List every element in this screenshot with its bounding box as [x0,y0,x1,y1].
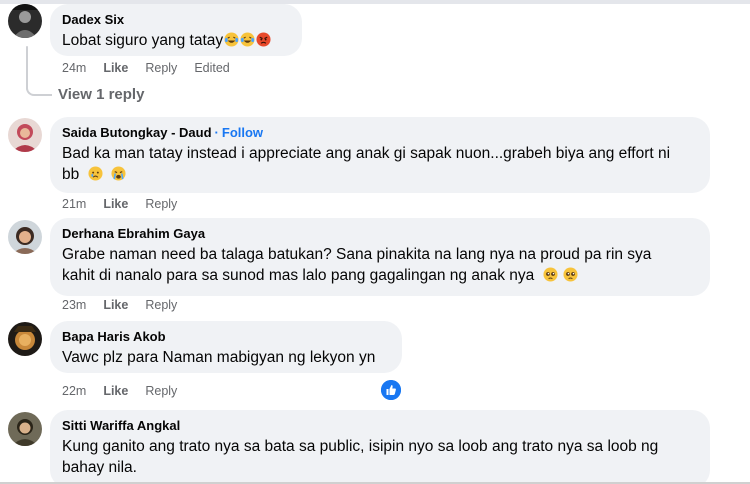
thread-connector [26,88,52,96]
comment-author[interactable]: Dadex Six [62,12,290,28]
laughing-tears-emoji [240,32,255,47]
comment-text: Vawc plz para Naman mabigyan ng lekyon y… [62,349,376,366]
like-button[interactable]: Like [103,384,128,398]
comment-text-content: Lobat siguro yang tatay [62,32,224,49]
avatar[interactable] [8,220,42,254]
sad-tear-emoji [88,166,103,181]
comment-text: Grabe naman need ba talaga batukan? Sana… [62,244,698,286]
crying-emoji [111,166,126,181]
comment-actions: 21m Like Reply [62,197,194,211]
comment-timestamp[interactable]: 23m [62,298,86,312]
comment-timestamp[interactable]: 24m [62,61,86,75]
reply-button[interactable]: Reply [145,384,177,398]
thread-line [26,46,28,90]
comment-bubble: Dadex Six Lobat siguro yang tatay [50,4,302,56]
reply-button[interactable]: Reply [145,197,177,211]
comment-text: Bad ka man tatay instead i appreciate an… [62,143,698,185]
comment-text: Lobat siguro yang tatay [62,30,290,51]
comment-author[interactable]: Bapa Haris Akob [62,329,390,345]
comment-timestamp[interactable]: 21m [62,197,86,211]
comment: Dadex Six Lobat siguro yang tatay 24m Li… [0,0,750,110]
comment-timestamp[interactable]: 22m [62,384,86,398]
comment-actions: 22m Like Reply [62,384,194,398]
comment-bubble: Bapa Haris Akob Vawc plz para Naman mabi… [50,321,402,373]
view-replies-link[interactable]: View 1 reply [58,86,144,103]
pleading-emoji [543,267,558,282]
comment-author[interactable]: Sitti Wariffa Angkal [62,418,698,434]
comment-text-line: kahit di nanalo para sa sunod mas lalo p… [62,267,535,284]
angry-emoji [256,32,271,47]
reply-button[interactable]: Reply [145,61,177,75]
comment-text-line: bb [62,166,80,183]
comment-bubble: Saida Butongkay - Daud · Follow Bad ka m… [50,117,710,193]
pleading-emoji [563,267,578,282]
avatar[interactable] [8,322,42,356]
avatar[interactable] [8,412,42,446]
reply-button[interactable]: Reply [145,298,177,312]
separator-dot: · [214,125,219,140]
like-button[interactable]: Like [103,61,128,75]
like-button[interactable]: Like [103,197,128,211]
edited-label: Edited [194,61,230,75]
comment-text-line: Kung ganito ang trato nya sa bata sa pub… [62,438,659,455]
like-reaction-icon[interactable] [381,380,401,400]
avatar[interactable] [8,118,42,152]
laughing-tears-emoji [224,32,239,47]
comment-bubble: Derhana Ebrahim Gaya Grabe naman need ba… [50,218,710,296]
comment-text-line: bahay nila. [62,459,137,476]
comment-actions: 24m Like Reply Edited [62,61,247,75]
comment-actions: 23m Like Reply [62,298,194,312]
follow-button[interactable]: Follow [222,125,263,141]
like-button[interactable]: Like [103,298,128,312]
avatar[interactable] [8,4,42,38]
comment-text-line: Grabe naman need ba talaga batukan? Sana… [62,246,652,263]
comment-author[interactable]: Derhana Ebrahim Gaya [62,226,698,242]
comment-text: Kung ganito ang trato nya sa bata sa pub… [62,436,698,478]
comment-text-line: Bad ka man tatay instead i appreciate an… [62,145,671,162]
comment-bubble: Sitti Wariffa Angkal Kung ganito ang tra… [50,410,710,484]
comment-author[interactable]: Saida Butongkay - Daud [62,125,212,141]
